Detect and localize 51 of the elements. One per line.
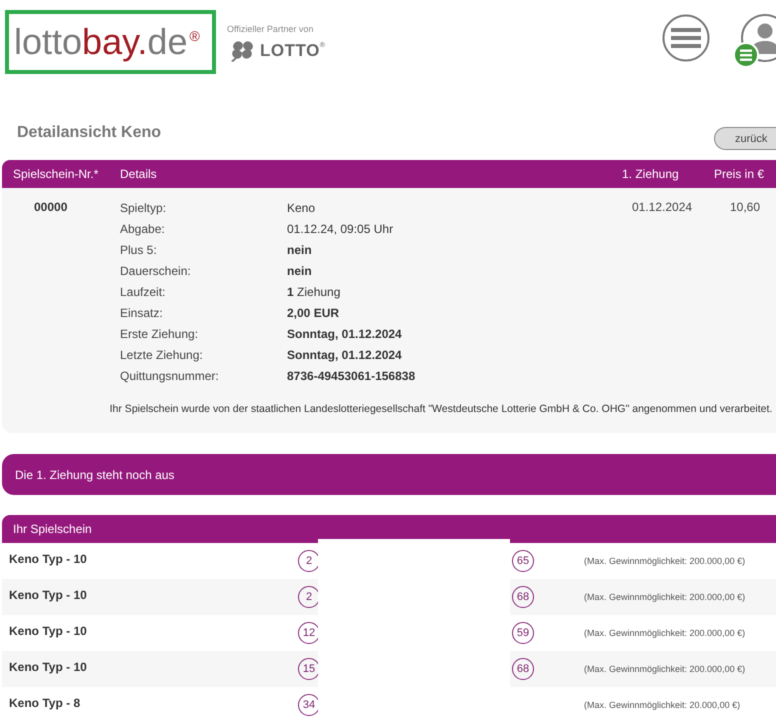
- partner-caption: Offizieller Partner von: [227, 24, 314, 34]
- game-type: Keno Typ - 10: [8, 660, 87, 674]
- max-win-text: (Max. Gewinnmöglichkeit: 200.000,00 €): [583, 592, 746, 602]
- detail-label: Dauerschein:: [120, 264, 191, 278]
- column-header: Spielschein-Nr.*: [12, 167, 98, 181]
- detail-value: nein: [287, 264, 312, 278]
- page-title: Detailansicht Keno: [17, 124, 162, 142]
- detail-value: 8736-49453061-156838: [287, 368, 416, 382]
- number-ball: 59: [512, 622, 534, 644]
- column-header: 1. Ziehung: [622, 167, 679, 181]
- detail-label: Spieltyp:: [120, 200, 166, 214]
- price: 10,60: [730, 199, 760, 216]
- detail-value: 01.12.24, 09:05 Uhr: [287, 222, 394, 236]
- column-header: Details: [120, 167, 157, 181]
- max-win-text: (Max. Gewinnmöglichkeit: 200.000,00 €): [583, 628, 746, 638]
- game-type: Keno Typ - 10: [8, 552, 87, 566]
- draw-date: 01.12.2024: [631, 199, 692, 216]
- detail-label: Plus 5:: [120, 242, 157, 256]
- detail-value: 1 Ziehung: [287, 284, 340, 298]
- detail-value: Sonntag, 01.12.2024: [287, 326, 402, 340]
- back-button[interactable]: zurück: [714, 127, 776, 150]
- detail-value: Keno: [287, 200, 316, 214]
- user-icon: [733, 14, 776, 68]
- detail-value: nein: [287, 242, 312, 256]
- menu-icon: [662, 14, 710, 62]
- detail-value: 2,00 EUR: [287, 306, 340, 320]
- number-ball: 68: [512, 586, 534, 608]
- game-type: Keno Typ - 10: [8, 624, 87, 638]
- detail-label: Quittungsnummer:: [120, 368, 219, 382]
- account-button[interactable]: [733, 14, 776, 68]
- detail-label: Erste Ziehung:: [120, 326, 198, 340]
- detail-label: Abgabe:: [120, 222, 165, 236]
- game-type: Keno Typ - 8: [8, 696, 80, 710]
- section-header: Ihr Spielschein: [2, 515, 776, 543]
- ticket-number: 00000: [33, 199, 68, 216]
- column-header: Preis in €: [714, 167, 764, 181]
- acceptance-notice: Ihr Spielschein wurde von der staatlichen Landeslotteriegesellschaft "Westdeutsche Lotterie GmbH & Co. OHG" angenommen und verarbeitet.: [108, 402, 774, 417]
- detail-value: Sonntag, 01.12.2024: [287, 348, 402, 362]
- number-ball: 65: [512, 550, 534, 572]
- number-ball: 68: [512, 658, 534, 680]
- max-win-text: (Max. Gewinnmöglichkeit: 200.000,00 €): [583, 556, 746, 566]
- logo[interactable]: lottobay.de$^{®}$: [5, 10, 216, 74]
- lotto-wordmark: LOTTO$^{®}$: [260, 41, 326, 61]
- detail-label: Laufzeit:: [120, 284, 166, 298]
- game-type: Keno Typ - 10: [8, 588, 87, 602]
- detail-label: Einsatz:: [120, 306, 163, 320]
- menu-button[interactable]: [662, 14, 710, 62]
- detail-label: Letzte Ziehung:: [120, 348, 203, 362]
- max-win-text: (Max. Gewinnmöglichkeit: 20.000,00 €): [583, 700, 740, 710]
- max-win-text: (Max. Gewinnmöglichkeit: 200.000,00 €): [583, 664, 746, 674]
- status-banner: Die 1. Ziehung steht noch aus: [2, 454, 776, 495]
